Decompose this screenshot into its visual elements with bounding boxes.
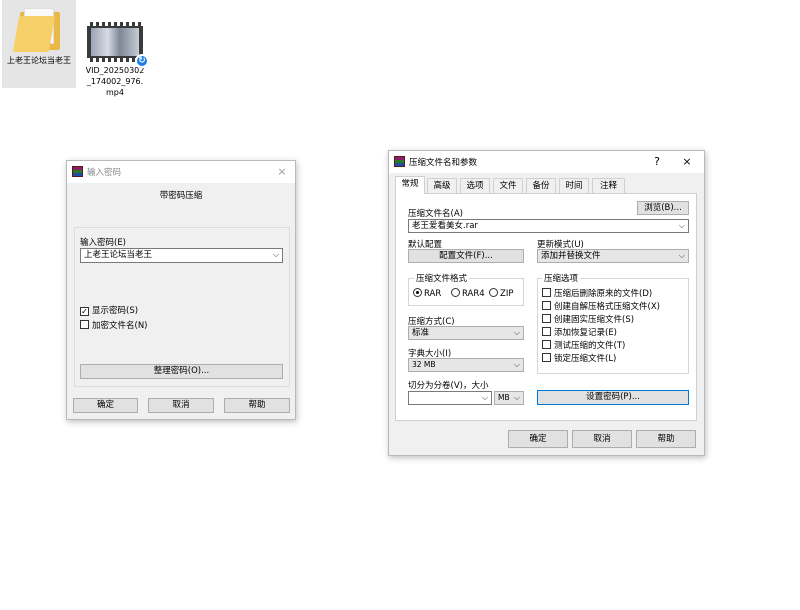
tab-options[interactable]: 选项: [460, 178, 490, 193]
show-password-checkbox[interactable]: ✓ 显示密码(S): [80, 306, 138, 317]
player-badge-icon: ↻: [135, 54, 149, 68]
format-rar-label: RAR: [424, 289, 442, 299]
close-icon[interactable]: ×: [678, 153, 696, 171]
folder-icon: [12, 6, 64, 52]
option-lock-checkbox[interactable]: 锁定压缩文件(L): [542, 353, 616, 365]
help-button[interactable]: 帮助: [224, 398, 290, 413]
ok-button[interactable]: 确定: [73, 398, 138, 413]
desktop-folder-icon[interactable]: 上老王论坛当老王: [2, 0, 76, 88]
format-zip-label: ZIP: [500, 289, 514, 299]
format-rar4-radio[interactable]: RAR4: [451, 288, 485, 300]
option-solid-label: 创建固实压缩文件(S): [554, 315, 635, 325]
help-icon[interactable]: ?: [648, 153, 666, 171]
show-password-label: 显示密码(S): [92, 306, 139, 316]
format-rar4-label: RAR4: [462, 289, 485, 299]
tab-files[interactable]: 文件: [493, 178, 523, 193]
organize-passwords-button[interactable]: 整理密码(O)...: [80, 364, 283, 379]
radio-empty-icon: [451, 288, 460, 297]
option-sfx-checkbox[interactable]: 创建自解压格式压缩文件(X): [542, 301, 660, 313]
checkbox-checked-icon: ✓: [80, 307, 89, 316]
folder-label: 上老王论坛当老王: [7, 56, 71, 65]
checkbox-empty-icon: [542, 301, 551, 310]
dictionary-select[interactable]: 32 MB ⌵: [408, 358, 524, 372]
update-mode-value: 添加并替换文件: [541, 251, 601, 261]
checkbox-empty-icon: [80, 320, 89, 329]
close-icon[interactable]: ×: [273, 163, 291, 181]
archive-dialog-titlebar[interactable]: 压缩文件名和参数 ? ×: [389, 151, 704, 173]
password-field-label: 输入密码(E): [80, 238, 127, 248]
method-select[interactable]: 标准 ⌵: [408, 326, 524, 340]
password-input[interactable]: 上老王论坛当老王 ⌵: [80, 248, 283, 263]
archive-name-input[interactable]: 老王爱看美女.rar ⌵: [408, 219, 689, 233]
ok-button[interactable]: 确定: [508, 430, 568, 448]
archive-dialog-title: 压缩文件名和参数: [409, 158, 478, 168]
password-dialog: 输入密码 × 带密码压缩 输入密码(E) 上老王论坛当老王 ⌵ ✓ 显示密码(S)…: [66, 160, 296, 420]
password-value: 上老王论坛当老王: [84, 250, 153, 260]
chevron-down-icon[interactable]: ⌵: [482, 392, 488, 404]
format-zip-radio[interactable]: ZIP: [489, 288, 513, 300]
method-value: 标准: [412, 328, 430, 338]
split-unit-value: MB: [498, 393, 510, 402]
chevron-down-icon[interactable]: ⌵: [679, 220, 685, 232]
checkbox-empty-icon: [542, 288, 551, 297]
options-group-title: 压缩选项: [542, 272, 581, 284]
tab-time[interactable]: 时间: [559, 178, 589, 193]
option-delete-after-checkbox[interactable]: 压缩后删除原来的文件(D): [542, 288, 652, 300]
option-test-checkbox[interactable]: 测试压缩的文件(T): [542, 340, 625, 352]
option-recovery-checkbox[interactable]: 添加恢复记录(E): [542, 327, 617, 339]
tab-comment[interactable]: 注释: [592, 178, 625, 193]
radio-empty-icon: [489, 288, 498, 297]
tab-general[interactable]: 常规: [395, 176, 425, 194]
archive-name-label: 压缩文件名(A): [408, 209, 463, 219]
chevron-down-icon[interactable]: ⌵: [514, 359, 520, 371]
encrypt-filenames-label: 加密文件名(N): [92, 321, 148, 331]
radio-selected-icon: [413, 288, 422, 297]
browse-button[interactable]: 浏览(B)...: [637, 201, 689, 215]
winrar-logo-icon: [394, 156, 405, 167]
chevron-down-icon[interactable]: ⌵: [514, 327, 520, 339]
checkbox-empty-icon: [542, 327, 551, 336]
profiles-button[interactable]: 配置文件(F)...: [408, 249, 524, 263]
split-volume-input[interactable]: ⌵: [408, 391, 492, 405]
cancel-button[interactable]: 取消: [572, 430, 632, 448]
tab-advanced[interactable]: 高级: [427, 178, 457, 193]
archive-name-value: 老王爱看美女.rar: [412, 221, 478, 231]
video-thumbnail-icon: ↻: [87, 22, 149, 68]
option-test-label: 测试压缩的文件(T): [554, 341, 626, 351]
winrar-logo-icon: [72, 166, 83, 177]
checkbox-empty-icon: [542, 314, 551, 323]
encrypt-filenames-checkbox[interactable]: 加密文件名(N): [80, 320, 148, 332]
password-dialog-titlebar[interactable]: 输入密码 ×: [67, 161, 295, 183]
password-dialog-title: 输入密码: [87, 168, 122, 178]
update-mode-select[interactable]: 添加并替换文件 ⌵: [537, 249, 689, 263]
tab-backup[interactable]: 备份: [526, 178, 556, 193]
help-button[interactable]: 帮助: [636, 430, 696, 448]
password-dialog-heading: 带密码压缩: [159, 191, 203, 201]
set-password-button[interactable]: 设置密码(P)...: [537, 390, 689, 405]
option-sfx-label: 创建自解压格式压缩文件(X): [554, 302, 660, 312]
checkbox-empty-icon: [542, 340, 551, 349]
dictionary-value: 32 MB: [412, 360, 436, 369]
format-group-title: 压缩文件格式: [414, 272, 470, 284]
split-volume-label: 切分为分卷(V)，大小: [408, 381, 489, 391]
chevron-down-icon[interactable]: ⌵: [679, 250, 685, 262]
option-solid-checkbox[interactable]: 创建固实压缩文件(S): [542, 314, 634, 326]
split-unit-select[interactable]: MB ⌵: [494, 391, 524, 405]
option-recovery-label: 添加恢复记录(E): [554, 328, 618, 338]
format-rar-radio[interactable]: RAR: [413, 288, 441, 300]
chevron-down-icon[interactable]: ⌵: [514, 392, 520, 404]
option-delete-after-label: 压缩后删除原来的文件(D): [554, 289, 653, 299]
option-lock-label: 锁定压缩文件(L): [554, 354, 617, 364]
desktop-video-icon[interactable]: ↻ VID_20250302_174002_976.mp4: [78, 0, 152, 100]
archive-dialog: 压缩文件名和参数 ? × 常规 高级 选项 文件 备份 时间 注释 压缩文件名(…: [388, 150, 705, 456]
chevron-down-icon[interactable]: ⌵: [273, 249, 279, 261]
cancel-button[interactable]: 取消: [148, 398, 214, 413]
checkbox-empty-icon: [542, 353, 551, 362]
general-tab-page: 压缩文件名(A) 浏览(B)... 老王爱看美女.rar ⌵ 默认配置 配置文件…: [395, 193, 697, 421]
video-label: VID_20250302_174002_976.mp4: [85, 66, 145, 97]
